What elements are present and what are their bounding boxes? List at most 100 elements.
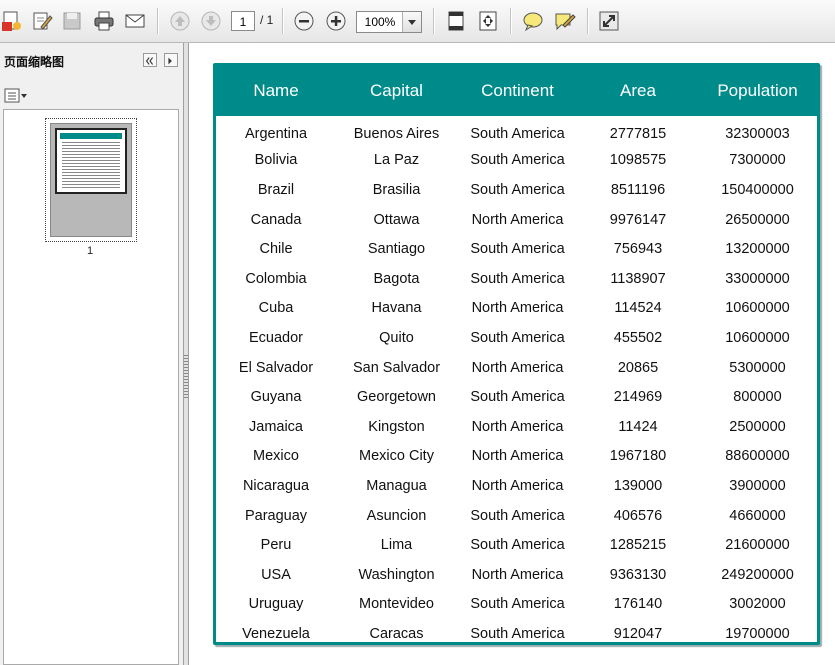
table-row: Bolivia La Paz South America 1098575 7300000 — [216, 146, 817, 176]
cell-population: 32300003 — [725, 125, 790, 142]
table-row: Paraguay Asuncion South America 406576 46600… — [216, 501, 817, 531]
cell-area: 20865 — [617, 359, 659, 376]
zoom-select[interactable]: 100% — [356, 11, 422, 33]
panel-next-button[interactable] — [164, 53, 178, 67]
cell-name: Canada — [250, 211, 302, 228]
cell-continent: South America — [470, 625, 565, 642]
cell-continent: North America — [471, 359, 564, 376]
cell-capital: Bagota — [373, 270, 420, 287]
cell-name: Argentina — [244, 125, 308, 142]
cell-name: Bolivia — [254, 152, 298, 169]
countries-table-frame: Name Capital Continent Area Population A… — [213, 63, 820, 645]
thumbnail-page-label: 1 — [87, 245, 94, 257]
cell-area: 114524 — [614, 300, 662, 317]
cell-population: 249200000 — [721, 566, 794, 583]
cell-population: 4660000 — [729, 507, 786, 524]
cell-name: USA — [261, 566, 291, 583]
previous-page-icon[interactable] — [168, 9, 192, 33]
cell-capital: Brasilia — [372, 181, 421, 198]
cell-capital: Lima — [380, 537, 413, 554]
cell-continent: South America — [470, 329, 565, 346]
zoom-in-icon[interactable] — [324, 9, 348, 33]
page-total: / 1 — [260, 13, 274, 27]
table-row: Canada Ottawa North America 9976147 26500000 — [216, 205, 817, 235]
table-row: Cuba Havana North America 114524 10600000 — [216, 294, 817, 324]
fit-width-icon[interactable] — [476, 9, 500, 33]
collapse-panel-button[interactable] — [143, 53, 157, 67]
cell-population: 3900000 — [729, 477, 786, 494]
expand-icon[interactable] — [597, 9, 621, 33]
thumbnail-panel: 页面缩略图 1 — [0, 43, 184, 665]
document-view: Name Capital Continent Area Population A… — [189, 43, 835, 665]
cell-population: 10600000 — [725, 300, 790, 317]
cell-name: Mexico — [253, 448, 299, 465]
next-page-icon[interactable] — [199, 9, 223, 33]
thumbnail-options-icon[interactable] — [4, 88, 28, 104]
table-row: Uruguay Montevideo South America 176140 3002… — [216, 590, 817, 620]
cell-continent: South America — [470, 507, 565, 524]
cell-area: 1285215 — [609, 537, 667, 554]
cell-capital: Buenos Aires — [353, 125, 440, 142]
page-thumbnail[interactable] — [45, 118, 137, 242]
create-pdf-icon[interactable] — [0, 9, 24, 33]
edit-icon[interactable] — [30, 9, 54, 33]
fit-page-icon[interactable] — [444, 9, 468, 33]
cell-area: 1967180 — [609, 448, 667, 465]
cell-capital: Washington — [358, 566, 435, 583]
cell-area: 406576 — [613, 507, 663, 524]
save-icon[interactable] — [60, 9, 84, 33]
cell-name: Paraguay — [244, 507, 308, 524]
table-row: Chile Santiago South America 756943 13200000 — [216, 234, 817, 264]
countries-table: Name Capital Continent Area Population A… — [216, 66, 817, 649]
cell-name: Peru — [260, 537, 292, 554]
zoom-dropdown-icon[interactable] — [402, 12, 421, 32]
cell-continent: North America — [471, 477, 564, 494]
cell-area: 455502 — [613, 329, 663, 346]
cell-capital: Montevideo — [359, 596, 434, 613]
table-row: Brazil Brasilia South America 8511196 150400… — [216, 175, 817, 205]
cell-population: 5300000 — [729, 359, 786, 376]
table-row: Mexico Mexico City North America 1967180 886… — [216, 442, 817, 472]
header-population: Population — [717, 81, 798, 100]
cell-capital: San Salvador — [352, 359, 441, 376]
page-number-input[interactable]: 1 — [231, 11, 255, 31]
table-row: El Salvador San Salvador North America 2086… — [216, 353, 817, 383]
panel-title: 页面缩略图 — [4, 55, 65, 69]
cell-area: 9976147 — [609, 211, 667, 228]
table-row: Nicaragua Managua North America 139000 39000… — [216, 471, 817, 501]
table-row: Peru Lima South America 1285215 21600000 — [216, 530, 817, 560]
header-capital: Capital — [370, 81, 423, 100]
cell-continent: South America — [470, 270, 565, 287]
table-row: Venezuela Caracas South America 912047 19700… — [216, 619, 817, 649]
table-row: Argentina Buenos Aires South America 277781… — [216, 116, 817, 146]
cell-area: 912047 — [613, 625, 663, 642]
cell-name: Uruguay — [248, 596, 304, 613]
zoom-out-icon[interactable] — [292, 9, 316, 33]
zoom-value: 100% — [364, 15, 396, 29]
cell-population: 88600000 — [725, 448, 790, 465]
cell-area: 9363130 — [609, 566, 667, 583]
cell-continent: North America — [471, 566, 564, 583]
print-icon[interactable] — [92, 9, 116, 33]
cell-capital: Quito — [379, 329, 414, 346]
comment-icon[interactable] — [521, 9, 545, 33]
header-area: Area — [620, 81, 656, 100]
cell-continent: North America — [471, 211, 564, 228]
cell-population: 33000000 — [725, 270, 790, 287]
sign-icon[interactable] — [553, 9, 577, 33]
email-icon[interactable] — [123, 9, 147, 33]
table-row: Colombia Bagota South America 1138907 330000… — [216, 264, 817, 294]
cell-population: 800000 — [733, 389, 782, 406]
cell-name: Jamaica — [249, 418, 303, 435]
splitter-grip[interactable] — [184, 355, 188, 399]
cell-population: 7300000 — [729, 152, 786, 169]
cell-name: El Salvador — [238, 359, 314, 376]
cell-population: 2500000 — [729, 418, 786, 435]
cell-continent: North America — [471, 418, 564, 435]
cell-continent: South America — [470, 241, 565, 258]
cell-capital: La Paz — [373, 152, 420, 169]
cell-area: 2777815 — [609, 125, 667, 142]
cell-area: 1138907 — [610, 270, 666, 287]
cell-name: Chile — [259, 241, 293, 258]
cell-capital: Georgetown — [357, 389, 436, 406]
